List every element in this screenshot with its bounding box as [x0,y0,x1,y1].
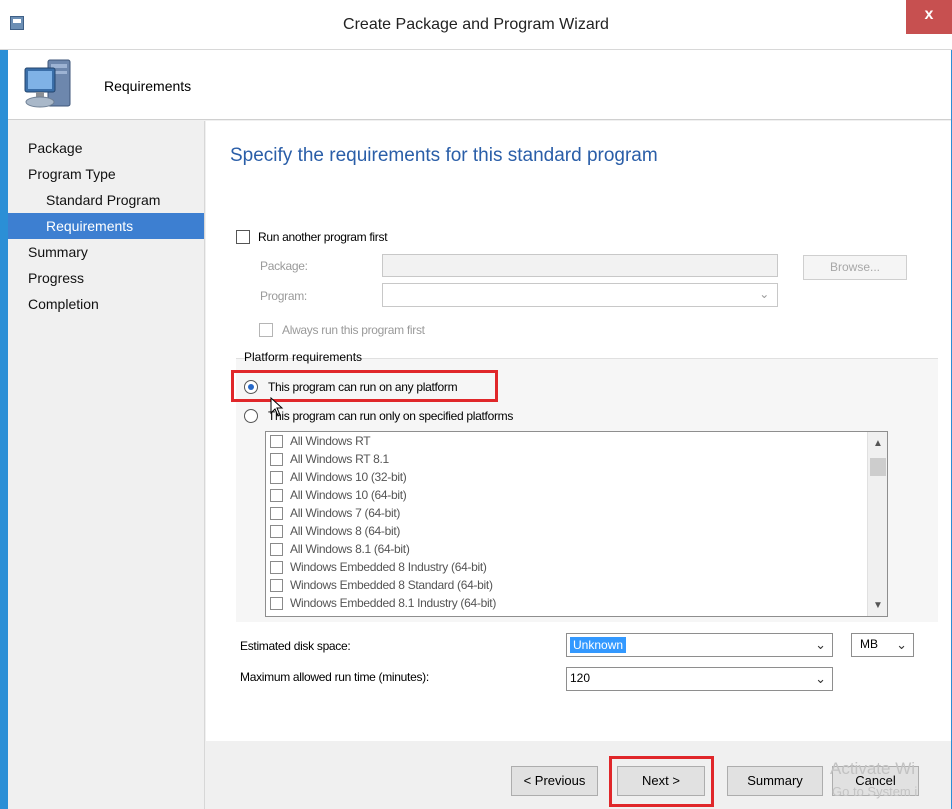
chevron-down-icon: ⌄ [815,671,826,686]
browse-button: Browse... [803,255,907,280]
nav-item-completion[interactable]: Completion [8,291,204,317]
content-heading: Specify the requirements for this standa… [230,145,658,166]
platform-checkbox[interactable] [270,561,283,574]
platform-checkbox[interactable] [270,543,283,556]
platform-checkbox[interactable] [270,435,283,448]
previous-button[interactable]: < Previous [511,766,598,796]
disk-unit-combo[interactable]: MB ⌄ [851,633,914,657]
page-header: Requirements [8,50,951,120]
specified-platforms-radio[interactable] [244,409,258,423]
platform-label: All Windows 8.1 (64-bit) [290,542,410,556]
program-label: Program: [260,289,307,303]
disk-space-combo[interactable]: Unknown ⌄ [566,633,833,657]
platform-label: Windows Embedded 8 Industry (64-bit) [290,560,487,574]
wizard-nav: Package Program Type Standard Program Re… [8,121,205,809]
disk-space-label: Estimated disk space: [240,639,351,653]
platform-label: All Windows 10 (32-bit) [290,470,407,484]
platform-label: Windows Embedded 8.1 Industry (64-bit) [290,596,497,610]
nav-item-requirements[interactable]: Requirements [8,213,204,239]
scroll-up-icon[interactable]: ▲ [868,436,887,452]
chevron-down-icon: ⌄ [759,287,769,301]
platform-label: All Windows 7 (64-bit) [290,506,401,520]
package-label: Package: [260,259,308,273]
runtime-label: Maximum allowed run time (minutes): [240,670,429,684]
platform-checkbox[interactable] [270,597,283,610]
platform-label: All Windows 10 (64-bit) [290,488,407,502]
nav-item-progress[interactable]: Progress [8,265,204,291]
scroll-down-icon[interactable]: ▼ [868,598,887,614]
platform-label: Windows Embedded 8 Standard (64-bit) [290,578,493,592]
nav-item-summary[interactable]: Summary [8,239,204,265]
platform-checkbox[interactable] [270,507,283,520]
content-panel: Specify the requirements for this standa… [206,121,951,741]
title-bar: Create Package and Program Wizard x [0,0,952,50]
platform-label: All Windows RT 8.1 [290,452,389,466]
summary-button[interactable]: Summary [727,766,823,796]
computer-monitor-icon [24,59,71,108]
program-field: ⌄ [382,283,778,307]
platform-checkbox[interactable] [270,525,283,538]
package-field [382,254,778,277]
nav-item-standard-program[interactable]: Standard Program [8,187,204,213]
platform-checkbox[interactable] [270,453,283,466]
platform-label: All Windows 8 (64-bit) [290,524,401,538]
run-another-checkbox[interactable] [236,230,250,244]
specified-platforms-label: This program can run only on specified p… [268,409,514,423]
always-run-label: Always run this program first [282,323,425,337]
window-title: Create Package and Program Wizard [343,16,609,33]
highlight-next [609,756,714,807]
page-title: Requirements [104,78,192,94]
chevron-down-icon: ⌄ [815,637,826,652]
activation-watermark: Activate Wi [830,759,916,778]
disk-unit-value: MB [860,637,878,651]
nav-item-program-type[interactable]: Program Type [8,161,204,187]
platform-list[interactable]: All Windows RT All Windows RT 8.1 All Wi… [265,431,888,617]
platform-group-title: Platform requirements [244,350,363,364]
nav-item-package[interactable]: Package [8,135,204,161]
close-button[interactable]: x [906,0,952,34]
platform-label: All Windows RT [290,434,371,448]
chevron-down-icon: ⌄ [896,637,907,652]
platform-checkbox[interactable] [270,471,283,484]
activation-watermark-sub: Go to System i [832,784,918,799]
disk-space-value: Unknown [570,637,627,653]
run-another-label: Run another program first [258,230,388,244]
scroll-thumb[interactable] [870,458,886,476]
runtime-value: 120 [570,671,591,685]
list-scrollbar[interactable]: ▲ ▼ [867,432,887,616]
runtime-combo[interactable]: 120 ⌄ [566,667,833,691]
platform-checkbox[interactable] [270,489,283,502]
always-run-checkbox [259,323,273,337]
platform-checkbox[interactable] [270,579,283,592]
